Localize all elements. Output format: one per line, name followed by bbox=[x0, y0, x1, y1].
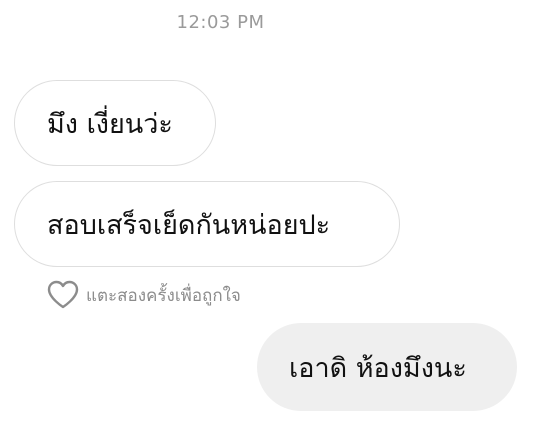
message-bubble-outgoing[interactable]: เอาดิ ห้องมึงนะ bbox=[257, 323, 517, 411]
message-bubble-incoming[interactable]: มึง เงี่ยนว่ะ bbox=[14, 80, 216, 166]
message-timestamp: 12:03 PM bbox=[176, 12, 265, 33]
message-text: สอบเสร็จเย็ดกันหน่อยปะ bbox=[47, 209, 331, 241]
message-text: เอาดิ ห้องมึงนะ bbox=[289, 352, 467, 384]
message-bubble-incoming[interactable]: สอบเสร็จเย็ดกันหน่อยปะ bbox=[14, 181, 400, 267]
heart-outline-icon[interactable] bbox=[46, 278, 80, 312]
double-tap-like-hint: แตะสองครั้งเพื่อถูกใจ bbox=[46, 278, 241, 312]
like-hint-text: แตะสองครั้งเพื่อถูกใจ bbox=[86, 285, 241, 306]
message-text: มึง เงี่ยนว่ะ bbox=[47, 108, 173, 140]
